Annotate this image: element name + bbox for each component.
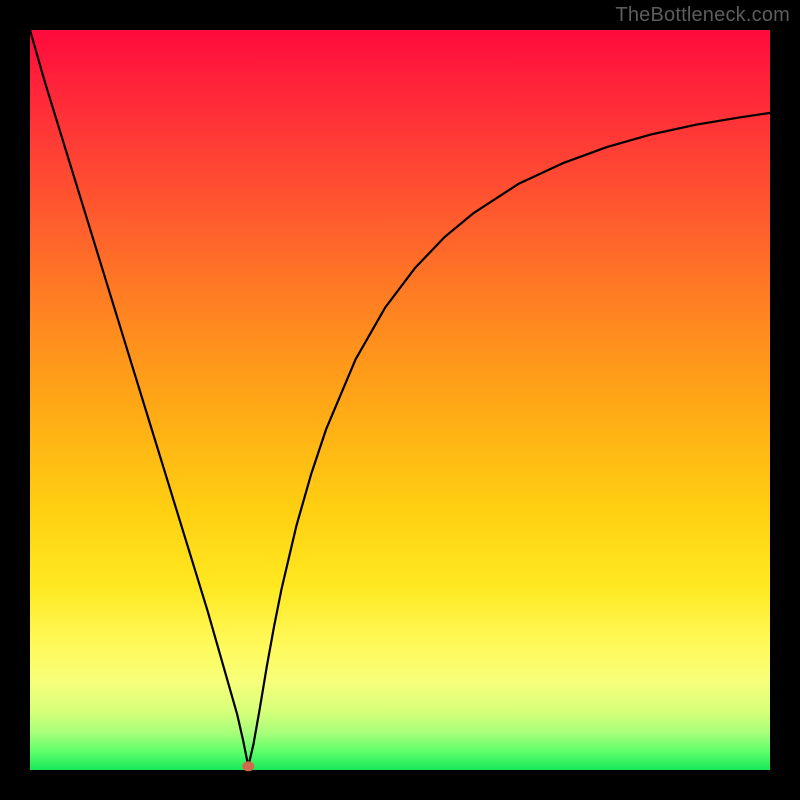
minimum-marker <box>242 761 254 771</box>
curve-svg <box>30 30 770 770</box>
chart-frame: TheBottleneck.com <box>0 0 800 800</box>
plot-area <box>30 30 770 770</box>
watermark-text: TheBottleneck.com <box>615 4 790 27</box>
bottleneck-curve <box>30 30 770 766</box>
